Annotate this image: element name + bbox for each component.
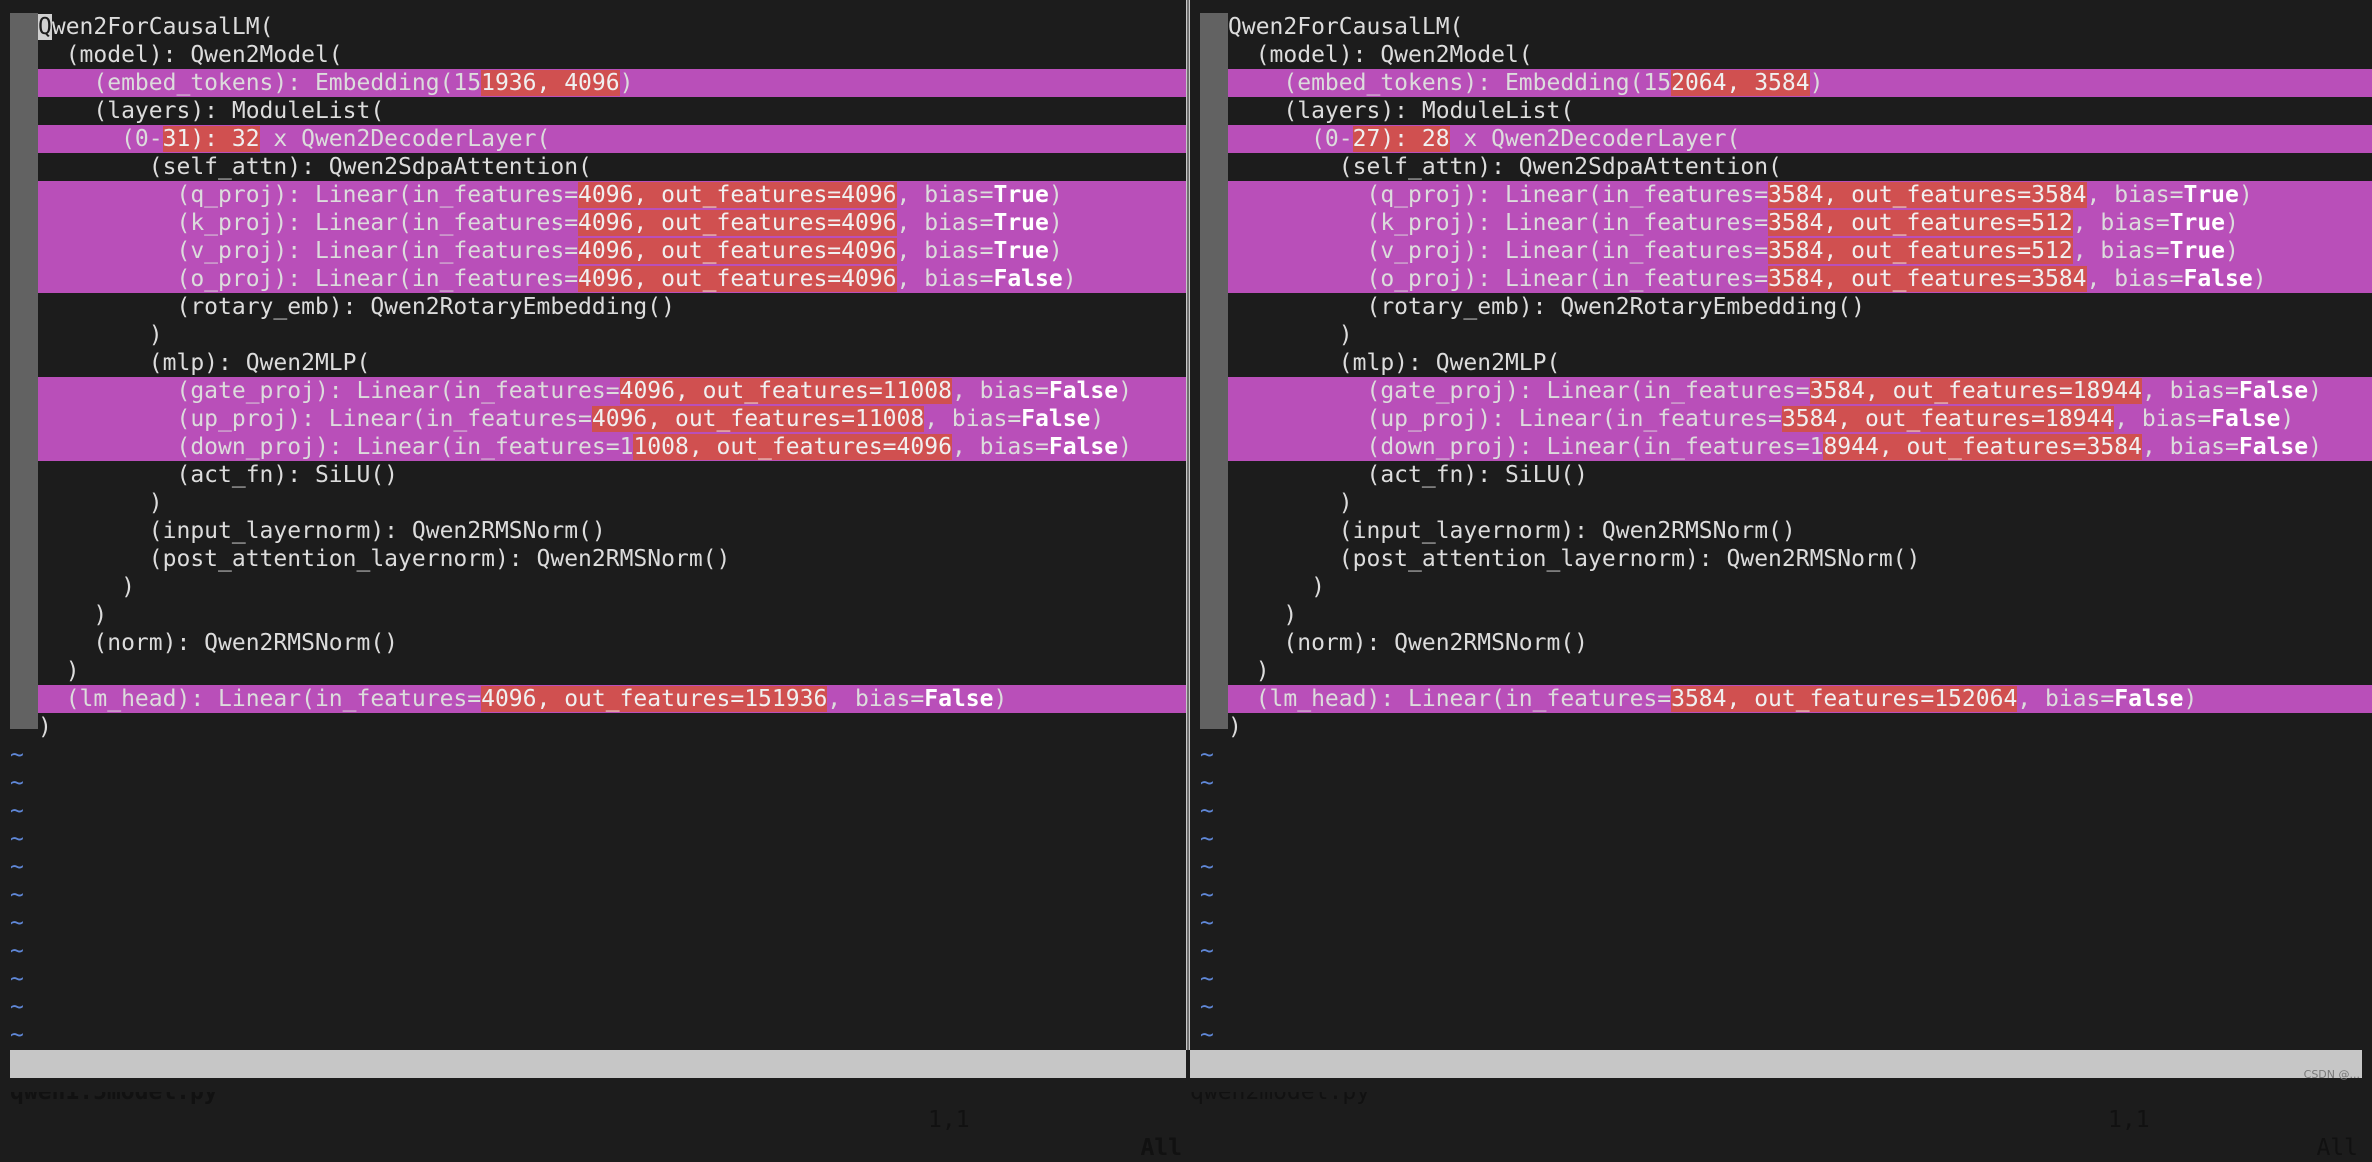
code-line[interactable]: ) (1228, 573, 2372, 601)
left-editor-pane[interactable]: Qwen2ForCausalLM( (model): Qwen2Model( (… (0, 0, 1186, 1050)
empty-line-marker: ~ (10, 826, 24, 852)
diff-changed-line[interactable]: (q_proj): Linear(in_features=4096, out_f… (38, 181, 1186, 209)
diff-fold-column (1200, 13, 1228, 729)
code-line[interactable]: (post_attention_layernorm): Qwen2RMSNorm… (1228, 545, 2372, 573)
diff-changed-line[interactable]: (gate_proj): Linear(in_features=3584, ou… (1228, 377, 2372, 405)
code-line[interactable]: ) (1228, 713, 2372, 741)
empty-line-marker: ~ (1200, 938, 1214, 964)
diff-changed-line[interactable]: (embed_tokens): Embedding(151936, 4096) (38, 69, 1186, 97)
code-line[interactable]: (layers): ModuleList( (38, 97, 1186, 125)
code-line[interactable]: (norm): Qwen2RMSNorm() (38, 629, 1186, 657)
empty-line-marker: ~ (1200, 770, 1214, 796)
code-line[interactable]: (model): Qwen2Model( (38, 41, 1186, 69)
empty-line-marker: ~ (10, 770, 24, 796)
diff-changed-line[interactable]: (v_proj): Linear(in_features=4096, out_f… (38, 237, 1186, 265)
code-line[interactable]: (rotary_emb): Qwen2RotaryEmbedding() (1228, 293, 2372, 321)
right-editor-pane[interactable]: Qwen2ForCausalLM( (model): Qwen2Model( (… (1190, 0, 2372, 1050)
cursor-position: 1,1 (928, 1107, 970, 1133)
code-line[interactable]: Qwen2ForCausalLM( (1228, 13, 2372, 41)
diff-changed-line[interactable]: (o_proj): Linear(in_features=3584, out_f… (1228, 265, 2372, 293)
empty-line-marker: ~ (10, 1022, 24, 1048)
code-line[interactable]: ) (1228, 601, 2372, 629)
diff-changed-line[interactable]: (lm_head): Linear(in_features=3584, out_… (1228, 685, 2372, 713)
code-line[interactable]: (post_attention_layernorm): Qwen2RMSNorm… (38, 545, 1186, 573)
empty-line-marker: ~ (1200, 742, 1214, 768)
empty-line-marker: ~ (10, 966, 24, 992)
code-line[interactable]: (self_attn): Qwen2SdpaAttention( (1228, 153, 2372, 181)
diff-changed-line[interactable]: (k_proj): Linear(in_features=3584, out_f… (1228, 209, 2372, 237)
code-line[interactable]: (self_attn): Qwen2SdpaAttention( (38, 153, 1186, 181)
code-line[interactable]: (mlp): Qwen2MLP( (38, 349, 1186, 377)
code-line[interactable]: (mlp): Qwen2MLP( (1228, 349, 2372, 377)
code-line[interactable]: ) (1228, 321, 2372, 349)
empty-line-marker: ~ (10, 798, 24, 824)
code-line[interactable]: ) (1228, 657, 2372, 685)
code-line[interactable]: (model): Qwen2Model( (1228, 41, 2372, 69)
diff-changed-line[interactable]: (o_proj): Linear(in_features=4096, out_f… (38, 265, 1186, 293)
code-line[interactable]: ) (38, 601, 1186, 629)
scroll-indicator: All (2316, 1135, 2358, 1161)
diff-changed-line[interactable]: (up_proj): Linear(in_features=4096, out_… (38, 405, 1186, 433)
diff-changed-line[interactable]: (0-31): 32 x Qwen2DecoderLayer( (38, 125, 1186, 153)
diff-changed-line[interactable]: (q_proj): Linear(in_features=3584, out_f… (1228, 181, 2372, 209)
right-statusline: qwen2model.py 1,1 All (1190, 1050, 2362, 1161)
diff-changed-line[interactable]: (embed_tokens): Embedding(152064, 3584) (1228, 69, 2372, 97)
empty-line-marker: ~ (1200, 826, 1214, 852)
code-line[interactable]: Qwen2ForCausalLM( (38, 13, 1186, 41)
code-line[interactable]: ) (1228, 489, 2372, 517)
diff-changed-line[interactable]: (lm_head): Linear(in_features=4096, out_… (38, 685, 1186, 713)
cursor-position: 1,1 (2108, 1107, 2150, 1133)
code-line[interactable]: (act_fn): SiLU() (38, 461, 1186, 489)
empty-line-marker: ~ (1200, 798, 1214, 824)
code-line[interactable]: ) (38, 489, 1186, 517)
empty-line-marker: ~ (10, 938, 24, 964)
watermark: CSDN @... (2303, 1068, 2360, 1081)
diff-changed-line[interactable]: (down_proj): Linear(in_features=11008, o… (38, 433, 1186, 461)
diff-fold-column (10, 13, 38, 729)
empty-line-marker: ~ (1200, 1022, 1214, 1048)
empty-line-marker: ~ (10, 882, 24, 908)
code-line[interactable]: (input_layernorm): Qwen2RMSNorm() (38, 517, 1186, 545)
empty-line-marker: ~ (10, 742, 24, 768)
diff-changed-line[interactable]: (k_proj): Linear(in_features=4096, out_f… (38, 209, 1186, 237)
diff-changed-line[interactable]: (0-27): 28 x Qwen2DecoderLayer( (1228, 125, 2372, 153)
diff-changed-line[interactable]: (up_proj): Linear(in_features=3584, out_… (1228, 405, 2372, 433)
empty-line-marker: ~ (1200, 910, 1214, 936)
code-line[interactable]: (act_fn): SiLU() (1228, 461, 2372, 489)
code-line[interactable]: ) (38, 713, 1186, 741)
diff-changed-line[interactable]: (down_proj): Linear(in_features=18944, o… (1228, 433, 2372, 461)
command-line[interactable] (0, 1078, 2372, 1092)
left-statusline: qwen1.5model.py 1,1 All (10, 1050, 1186, 1161)
empty-line-marker: ~ (10, 994, 24, 1020)
scroll-indicator: All (1140, 1135, 1182, 1161)
code-line[interactable]: (norm): Qwen2RMSNorm() (1228, 629, 2372, 657)
empty-line-marker: ~ (1200, 882, 1214, 908)
empty-line-marker: ~ (10, 910, 24, 936)
empty-line-marker: ~ (10, 854, 24, 880)
diff-changed-line[interactable]: (gate_proj): Linear(in_features=4096, ou… (38, 377, 1186, 405)
code-line[interactable]: (input_layernorm): Qwen2RMSNorm() (1228, 517, 2372, 545)
code-line[interactable]: ) (38, 321, 1186, 349)
diff-changed-line[interactable]: (v_proj): Linear(in_features=3584, out_f… (1228, 237, 2372, 265)
code-line[interactable]: (rotary_emb): Qwen2RotaryEmbedding() (38, 293, 1186, 321)
empty-line-marker: ~ (1200, 854, 1214, 880)
empty-line-marker: ~ (1200, 994, 1214, 1020)
empty-line-marker: ~ (1200, 966, 1214, 992)
code-line[interactable]: ) (38, 573, 1186, 601)
code-line[interactable]: ) (38, 657, 1186, 685)
code-line[interactable]: (layers): ModuleList( (1228, 97, 2372, 125)
